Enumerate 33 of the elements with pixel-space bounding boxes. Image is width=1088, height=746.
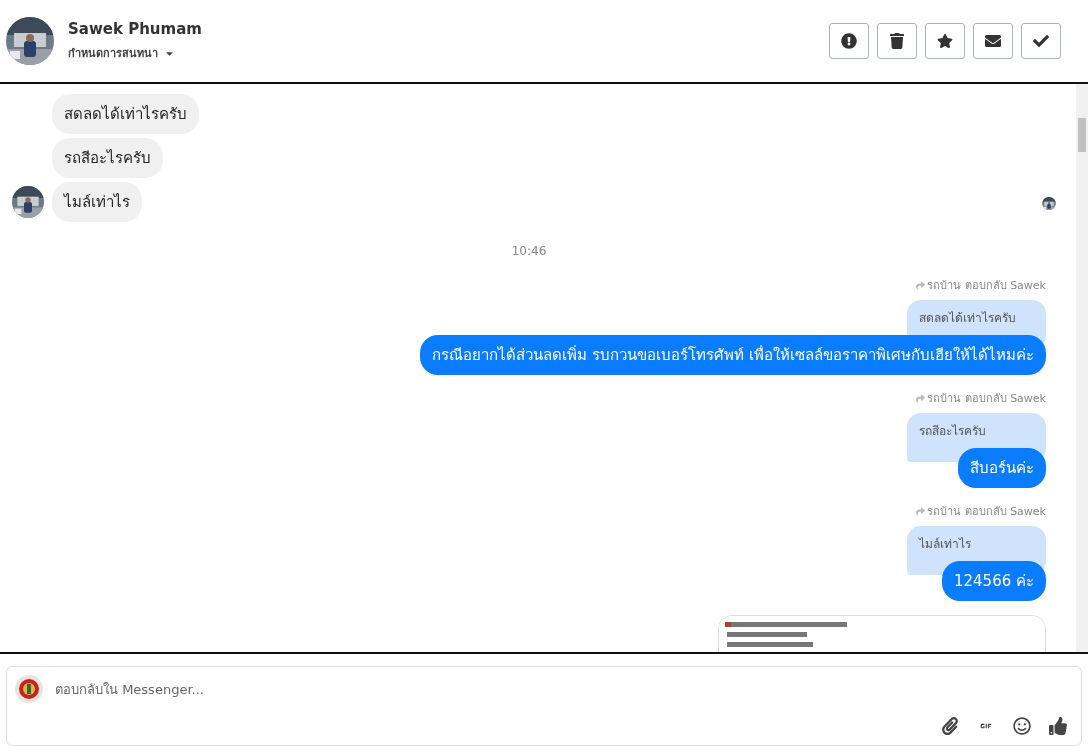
sender-avatar (12, 186, 44, 218)
trash-button[interactable] (877, 23, 917, 59)
reply-label: รถบ้าน ตอบกลับ Sawek (927, 278, 1046, 294)
star-button[interactable] (925, 23, 965, 59)
reply-icon (916, 280, 926, 290)
paperclip-icon[interactable] (941, 717, 959, 735)
reply-label: รถบ้าน ตอบกลับ Sawek (927, 391, 1046, 407)
timestamp: 10:46 (511, 244, 547, 258)
smiley-icon[interactable] (1013, 717, 1031, 735)
reply-icon (916, 506, 926, 516)
outgoing-message: สีบอร์นค่ะ (958, 448, 1046, 488)
incoming-message: รถสีอะไรครับ (52, 138, 163, 178)
thumbs-up-icon[interactable] (1049, 717, 1067, 735)
check-button[interactable] (1021, 23, 1061, 59)
scrollbar[interactable] (1076, 84, 1088, 652)
alert-button[interactable] (829, 23, 869, 59)
reply-icon (916, 393, 926, 403)
envelope-button[interactable] (973, 23, 1013, 59)
outgoing-message: กรณีอยากได้ส่วนลดเพิ่ม รบกวนขอเบอร์โทรศัพท์ เพื่อให้เซลล์ขอราคาพิเศษกับเฮียให้ได้ไหมค่ะ (420, 335, 1046, 375)
reply-label: รถบ้าน ตอบกลับ Sawek (927, 504, 1046, 520)
seen-avatar (1042, 197, 1056, 210)
profile-avatar (6, 17, 54, 65)
incoming-message: สดลดได้เท่าไรครับ (52, 94, 199, 134)
trash-icon (889, 33, 905, 49)
contact-name: Sawek Phumam (68, 20, 203, 38)
envelope-icon (985, 33, 1001, 49)
check-icon (1033, 33, 1049, 49)
conversation-settings[interactable]: กำหนดการสนทนา (68, 44, 158, 62)
outgoing-message: 124566 ค่ะ (941, 561, 1046, 601)
incoming-message: ไมล์เท่าไร (52, 182, 142, 222)
alert-icon (841, 33, 857, 49)
star-icon (937, 33, 953, 49)
stamp-avatar (15, 675, 43, 703)
